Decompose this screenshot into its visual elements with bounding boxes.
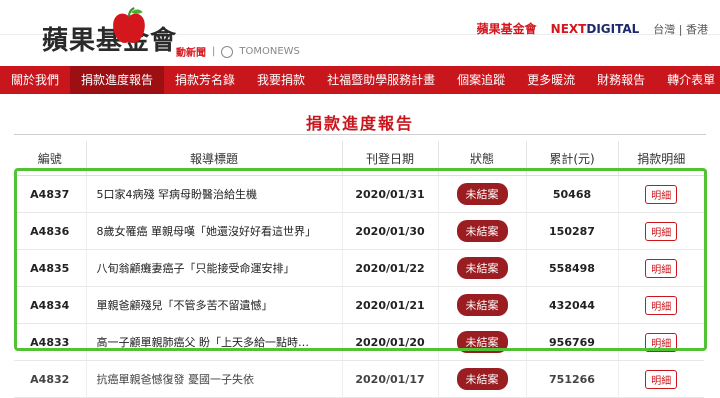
case-total: 956769	[526, 323, 619, 361]
case-total: 150287	[526, 212, 619, 250]
col-header-id: 編號	[14, 141, 87, 176]
status-badge: 未結案	[456, 294, 508, 316]
nav-item-welfare-plan[interactable]: 社福暨助學服務計畫	[316, 66, 446, 94]
col-header-detail: 捐款明細	[618, 141, 704, 176]
partner-logos: 動新聞 | TOMONEWS	[176, 44, 300, 59]
table-row: A4835 八旬翁顧癱妻癌子「只能接受命運安排」 2020/01/22 未結案 …	[14, 249, 704, 287]
case-title-link[interactable]: 高一子顧單親肺癌父 盼「上天多給一點時…	[86, 323, 343, 361]
donation-progress-table: 編號 報導標題 刊登日期 狀態 累計(元) 捐款明細 A4837 5口家4病殘 …	[14, 141, 704, 398]
table-row: A4837 5口家4病殘 罕病母盼醫治給生機 2020/01/31 未結案 50…	[14, 175, 704, 213]
nav-item-donate[interactable]: 我要捐款	[246, 66, 316, 94]
next-digital-brand[interactable]: NEXTDIGITAL	[551, 22, 640, 36]
case-date: 2020/01/31	[342, 175, 439, 213]
detail-button[interactable]: 明細	[645, 221, 678, 241]
status-badge: 未結案	[456, 183, 508, 205]
case-id: A4834	[14, 286, 87, 324]
case-title-link[interactable]: 5口家4病殘 罕病母盼醫治給生機	[86, 175, 343, 213]
detail-button[interactable]: 明細	[645, 258, 678, 278]
case-total: 751266	[526, 360, 619, 398]
nav-item-referral-form[interactable]: 轉介表單	[656, 66, 720, 94]
table-row: A4833 高一子顧單親肺癌父 盼「上天多給一點時… 2020/01/20 未結…	[14, 323, 704, 361]
case-title-link[interactable]: 抗癌單親爸憾復發 憂國一子失依	[86, 360, 343, 398]
col-header-date: 刊登日期	[342, 141, 439, 176]
status-badge: 未結案	[456, 257, 508, 279]
case-date: 2020/01/30	[342, 212, 439, 250]
detail-button[interactable]: 明細	[645, 332, 678, 352]
table-row: A4834 單親爸顧殘兒「不管多苦不留遺憾」 2020/01/21 未結案 43…	[14, 286, 704, 324]
nav-item-about[interactable]: 關於我們	[0, 66, 70, 94]
case-total: 558498	[526, 249, 619, 287]
status-badge: 未結案	[456, 220, 508, 242]
case-date: 2020/01/20	[342, 323, 439, 361]
col-header-title: 報導標題	[86, 141, 343, 176]
nav-item-progress-report[interactable]: 捐款進度報告	[70, 66, 165, 94]
detail-button[interactable]: 明細	[645, 295, 678, 315]
table-header-row: 編號 報導標題 刊登日期 狀態 累計(元) 捐款明細	[14, 141, 704, 176]
case-id: A4835	[14, 249, 87, 287]
nav-item-case-tracking[interactable]: 個案追蹤	[446, 66, 516, 94]
col-header-total: 累計(元)	[526, 141, 619, 176]
nav-item-donor-list[interactable]: 捐款芳名錄	[164, 66, 246, 94]
apple-foundation-brand[interactable]: 蘋果基金會	[477, 20, 537, 37]
motion-news-logo[interactable]: 動新聞	[176, 44, 206, 59]
table-row: A4832 抗癌單親爸憾復發 憂國一子失依 2020/01/17 未結案 751…	[14, 360, 704, 398]
apple-logo-icon	[113, 7, 145, 43]
region-switch[interactable]: 台灣 | 香港	[653, 21, 708, 37]
table-row: A4836 8歲女罹癌 單親母嘆「她還沒好好看這世界」 2020/01/30 未…	[14, 212, 704, 250]
case-total: 432044	[526, 286, 619, 324]
case-date: 2020/01/22	[342, 249, 439, 287]
title-divider	[14, 134, 706, 135]
detail-button[interactable]: 明細	[645, 184, 678, 204]
case-id: A4833	[14, 323, 87, 361]
status-badge: 未結案	[456, 368, 508, 390]
brand-links: 蘋果基金會 NEXTDIGITAL 台灣 | 香港	[477, 20, 708, 37]
case-title-link[interactable]: 8歲女罹癌 單親母嘆「她還沒好好看這世界」	[86, 212, 343, 250]
case-total: 50468	[526, 175, 619, 213]
page-title: 捐款進度報告	[305, 114, 414, 133]
case-id: A4832	[14, 360, 87, 398]
detail-button[interactable]: 明細	[645, 369, 678, 389]
site-header: 蘋果基金會 動新聞 | TOMONEWS 蘋果基金會 NEXTDIGITAL 台…	[0, 0, 720, 66]
tomonews-logo[interactable]: TOMONEWS	[239, 46, 300, 57]
case-date: 2020/01/21	[342, 286, 439, 324]
nav-item-financial-report[interactable]: 財務報告	[586, 66, 656, 94]
case-id: A4836	[14, 212, 87, 250]
main-nav: 關於我們 捐款進度報告 捐款芳名錄 我要捐款 社福暨助學服務計畫 個案追蹤 更多…	[0, 66, 720, 94]
case-date: 2020/01/17	[342, 360, 439, 398]
status-badge: 未結案	[456, 331, 508, 353]
col-header-status: 狀態	[438, 141, 527, 176]
nav-item-more[interactable]: 更多暖流	[516, 66, 586, 94]
case-title-link[interactable]: 八旬翁顧癱妻癌子「只能接受命運安排」	[86, 249, 343, 287]
case-id: A4837	[14, 175, 87, 213]
tomonews-icon	[221, 45, 234, 58]
case-title-link[interactable]: 單親爸顧殘兒「不管多苦不留遺憾」	[86, 286, 343, 324]
